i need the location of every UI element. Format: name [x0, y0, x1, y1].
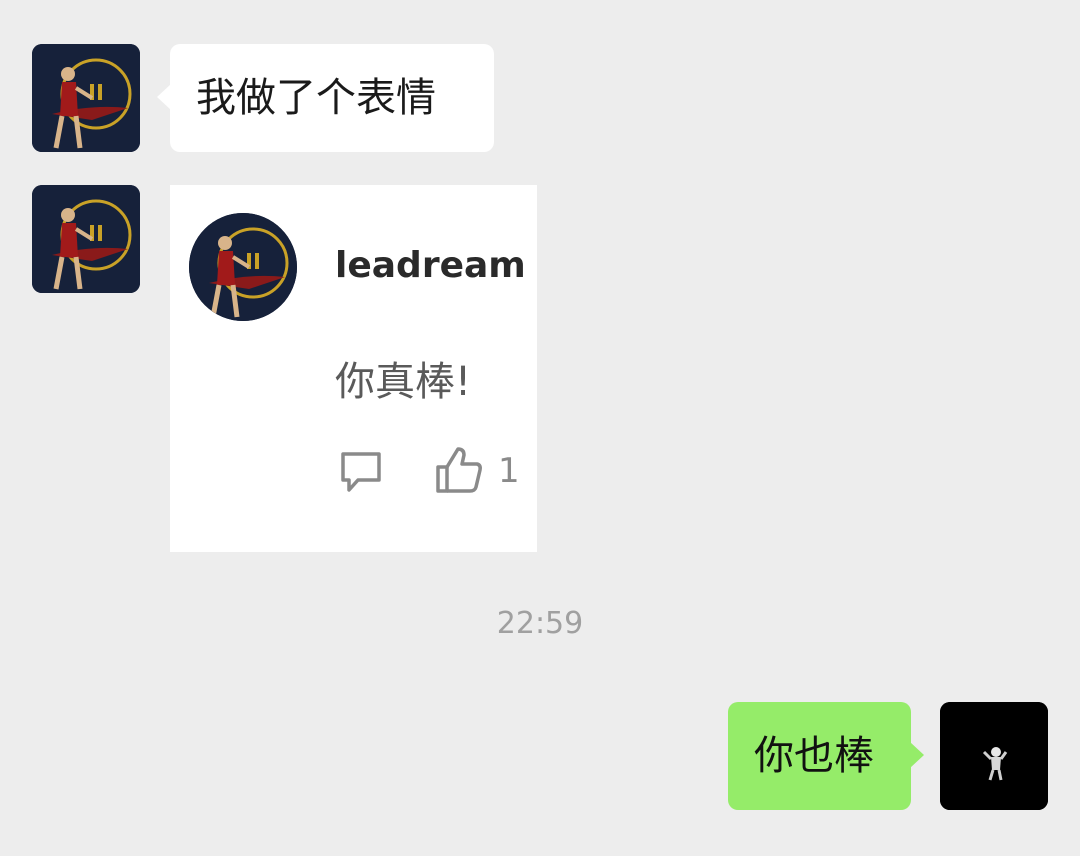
thumbs-up-icon — [436, 447, 482, 493]
card-user-avatar — [189, 213, 297, 321]
message-text: 我做了个表情 — [196, 75, 436, 121]
my-avatar[interactable] — [940, 702, 1048, 810]
contact-avatar[interactable] — [32, 44, 140, 152]
figure-logo-icon — [32, 185, 140, 293]
card-comment-text: 你真棒! — [335, 359, 472, 405]
message-text: 你也棒 — [754, 733, 874, 779]
message-timestamp: 22:59 — [496, 606, 584, 641]
figure-logo-icon — [32, 44, 140, 152]
my-message-bubble[interactable]: 你也棒 — [728, 702, 924, 810]
card-username: leadream — [335, 245, 526, 286]
sticker-card[interactable]: leadream 你真棒! 1 — [170, 185, 537, 552]
figure-logo-icon — [189, 213, 297, 321]
bubble-tail — [910, 742, 924, 768]
bubble-tail — [157, 84, 171, 110]
message-bubble[interactable]: 我做了个表情 — [157, 44, 494, 152]
comment-icon — [341, 452, 381, 492]
contact-avatar[interactable] — [32, 185, 140, 293]
astronaut-icon — [940, 702, 1048, 810]
like-count: 1 — [498, 451, 520, 491]
